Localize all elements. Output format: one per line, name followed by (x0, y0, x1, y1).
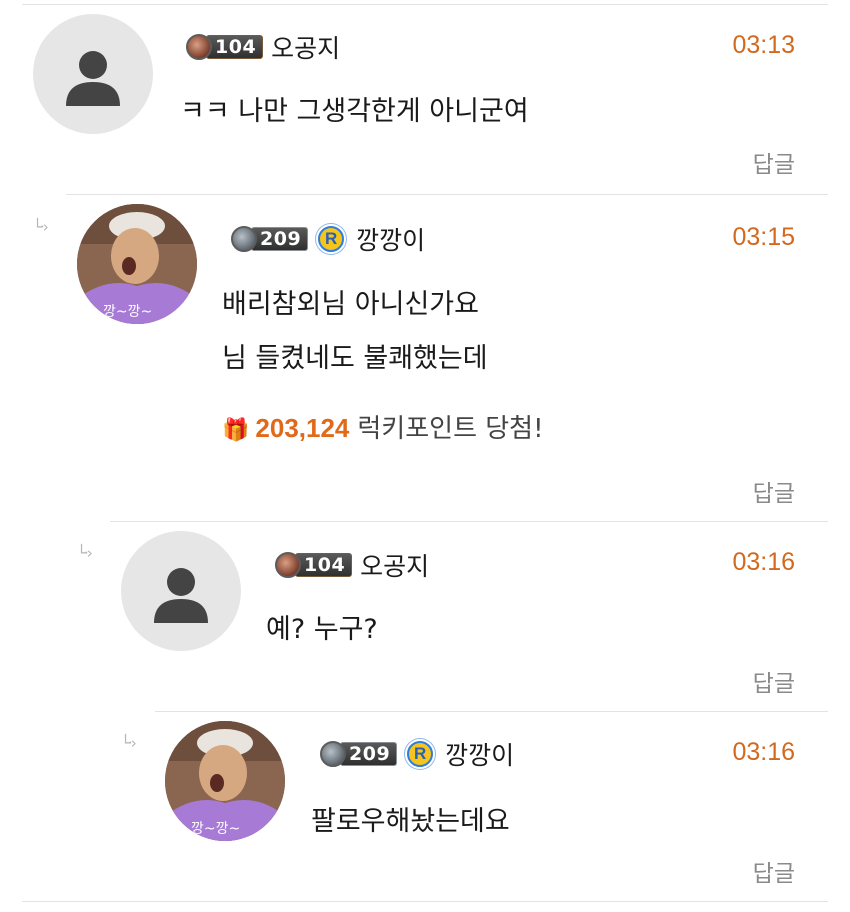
comment-item: └·› 깡~깡~ 209 R 깡깡이 03:16 팔로우해놨는데요 답글 (0, 711, 850, 901)
avatar[interactable]: 깡~깡~ (77, 204, 197, 324)
default-user-icon (154, 568, 208, 623)
rank-badge-icon: R (405, 739, 436, 769)
username[interactable]: 깡깡이 (445, 736, 514, 772)
comment-meta: 209 R 깡깡이 (320, 737, 514, 771)
svg-text:깡~깡~: 깡~깡~ (103, 304, 152, 320)
level-number: 104 (295, 553, 353, 577)
level-badge: 104 (186, 34, 264, 60)
comment-line: 님 들켰네도 불쾌했는데 (222, 343, 488, 374)
lucky-point-text: 럭키포인트 당첨! (357, 414, 544, 444)
username[interactable]: 오공지 (360, 547, 429, 583)
level-gem-icon (186, 34, 212, 60)
level-badge: 209 (320, 741, 398, 767)
level-number: 104 (206, 35, 264, 59)
profile-photo: 깡~깡~ (77, 204, 197, 324)
level-gem-icon (320, 741, 346, 767)
comment-text: ㅋㅋ 나만 그생각한게 아니군여 (180, 85, 529, 139)
avatar[interactable] (121, 531, 241, 651)
rank-letter: R (320, 228, 343, 250)
level-badge: 209 (231, 226, 309, 252)
svg-text:깡~깡~: 깡~깡~ (191, 821, 240, 837)
gift-icon: 🎁 (222, 418, 250, 443)
timestamp: 03:15 (732, 223, 795, 251)
comment-item: 104 오공지 03:13 ㅋㅋ 나만 그생각한게 아니군여 답글 (0, 0, 850, 194)
timestamp: 03:16 (732, 548, 795, 576)
timestamp: 03:13 (732, 31, 795, 59)
reply-arrow-icon: └·› (33, 218, 49, 236)
comment-text: 팔로우해놨는데요 (311, 795, 510, 849)
comment-meta: 104 오공지 (186, 30, 340, 64)
comment-item: └·› 깡~깡~ 209 R 깡깡이 03:15 배리참외님 아니신가요 님 들… (0, 194, 850, 521)
comment-line: 배리참외님 아니신가요 (222, 289, 479, 320)
default-user-icon (66, 51, 120, 106)
level-number: 209 (251, 227, 309, 251)
comment-text: 예? 누구? (266, 603, 378, 657)
rank-letter: R (409, 743, 432, 765)
comment-item: └·› 104 오공지 03:16 예? 누구? 답글 (0, 521, 850, 711)
username[interactable]: 오공지 (271, 29, 340, 65)
profile-photo: 깡~깡~ (165, 721, 285, 841)
comment-line: ㅋㅋ 나만 그생각한게 아니군여 (180, 96, 529, 127)
comment-text: 배리참외님 아니신가요 님 들켰네도 불쾌했는데 (222, 278, 488, 386)
avatar[interactable]: 깡~깡~ (165, 721, 285, 841)
comment-line: 팔로우해놨는데요 (311, 806, 510, 837)
username[interactable]: 깡깡이 (356, 221, 425, 257)
timestamp: 03:16 (732, 738, 795, 766)
comment-line: 예? 누구? (266, 614, 378, 645)
reply-arrow-icon: └·› (77, 544, 93, 562)
divider (22, 901, 828, 902)
reply-button[interactable]: 답글 (753, 145, 795, 179)
level-badge: 104 (275, 552, 353, 578)
lucky-point-amount: 203,124 (255, 413, 350, 443)
level-gem-icon (231, 226, 257, 252)
lucky-point-notice: 🎁 203,124 럭키포인트 당첨! (222, 408, 544, 445)
reply-button[interactable]: 답글 (753, 854, 795, 888)
comment-meta: 209 R 깡깡이 (231, 222, 425, 256)
avatar[interactable] (33, 14, 153, 134)
reply-button[interactable]: 답글 (753, 664, 795, 698)
comment-meta: 104 오공지 (275, 548, 429, 582)
rank-badge-icon: R (316, 224, 347, 254)
reply-button[interactable]: 답글 (753, 474, 795, 508)
level-gem-icon (275, 552, 301, 578)
level-number: 209 (340, 742, 398, 766)
reply-arrow-icon: └·› (121, 734, 137, 752)
